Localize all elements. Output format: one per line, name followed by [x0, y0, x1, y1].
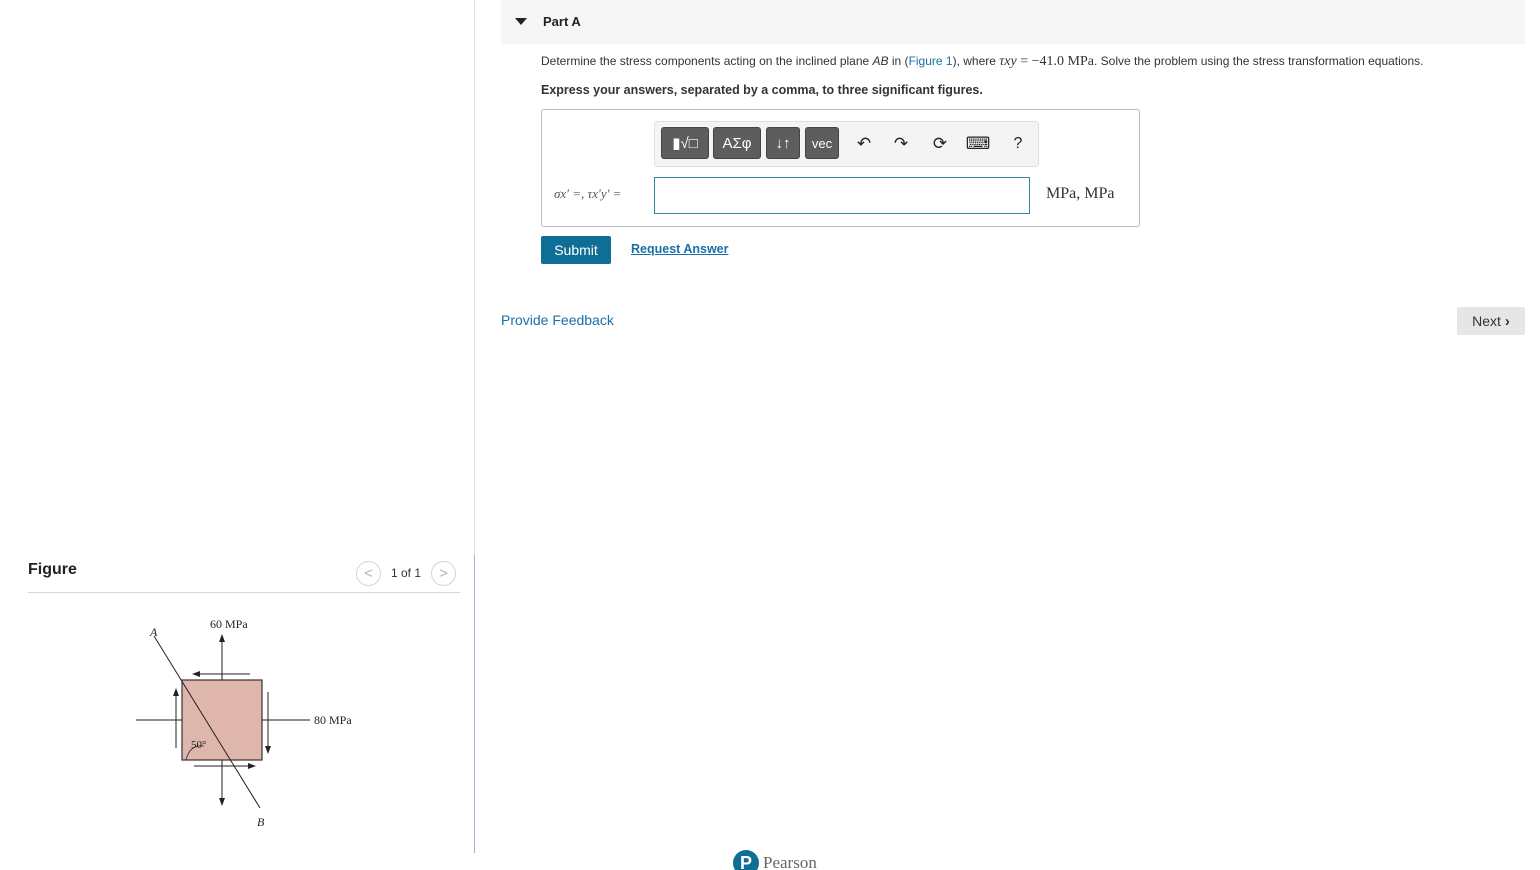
arrow-down-icon: [265, 746, 271, 754]
keyboard-icon[interactable]: ⌨: [965, 130, 991, 158]
question-suffix: . Solve the problem using the stress tra…: [1093, 54, 1424, 68]
chevron-left-icon: <: [364, 564, 373, 582]
prev-figure-button[interactable]: <: [356, 560, 381, 586]
pane-divider: [474, 0, 475, 555]
top-stress-label: 60 MPa: [210, 617, 248, 631]
part-title: Part A: [543, 14, 581, 29]
figure-pager: < 1 of 1 >: [356, 560, 457, 586]
templates-button[interactable]: ▮√□: [661, 127, 709, 159]
point-b-label: B: [257, 815, 265, 829]
request-answer-link[interactable]: Request Answer: [631, 242, 728, 256]
question-where: ), where: [952, 54, 1000, 68]
question-mid: in (: [888, 54, 909, 68]
figure-title: Figure: [28, 561, 77, 578]
arrow-up-icon: [173, 688, 179, 696]
pearson-logo: P Pearson: [733, 850, 817, 870]
math-toolbar: ▮√□ ΑΣφ ↓↑ vec ↶ ↷ ⟳ ⌨ ?: [654, 121, 1039, 167]
pearson-logo-icon: P: [733, 850, 759, 870]
figure-divider: [28, 592, 460, 593]
caret-down-icon[interactable]: [515, 18, 527, 25]
greek-symbols-button[interactable]: ΑΣφ: [713, 127, 761, 159]
figure-pane: Figure < 1 of 1 > A B 60 MPa 80 MPa 50°: [0, 0, 474, 870]
arrow-right-icon: [248, 763, 256, 769]
tau-value: = −41.0 MPa: [1016, 54, 1094, 69]
subscript-superscript-button[interactable]: ↓↑: [766, 127, 800, 159]
provide-feedback-link[interactable]: Provide Feedback: [501, 312, 614, 328]
answer-instruction: Express your answers, separated by a com…: [541, 83, 983, 97]
question-prefix: Determine the stress components acting o…: [541, 54, 873, 68]
question-text: Determine the stress components acting o…: [541, 54, 1424, 70]
angle-label: 50°: [191, 739, 206, 751]
part-header[interactable]: Part A: [501, 0, 1525, 44]
next-button[interactable]: Next ›: [1457, 307, 1525, 335]
submit-button[interactable]: Submit: [541, 236, 611, 264]
redo-icon[interactable]: ↷: [888, 130, 914, 158]
figure-link[interactable]: Figure 1: [909, 54, 953, 68]
chevron-right-icon: ›: [1504, 312, 1510, 330]
next-button-label: Next: [1472, 313, 1501, 329]
arrow-left-icon: [192, 671, 200, 677]
question-plane: AB: [872, 54, 889, 68]
page: Figure < 1 of 1 > A B 60 MPa 80 MPa 50° …: [0, 0, 1540, 870]
answer-input[interactable]: [654, 177, 1030, 214]
stress-element-diagram: A B 60 MPa 80 MPa 50°: [136, 617, 352, 829]
point-a-label: A: [149, 625, 158, 639]
arrow-down-icon: [219, 798, 225, 806]
equation-label: σx′ =, τx′y′ =: [554, 186, 622, 201]
undo-icon[interactable]: ↶: [851, 130, 877, 158]
reset-icon[interactable]: ⟳: [927, 130, 953, 158]
units-label: MPa, MPa: [1046, 185, 1115, 202]
right-stress-label: 80 MPa: [314, 713, 352, 727]
help-icon[interactable]: ?: [1005, 130, 1031, 158]
answer-box: ▮√□ ΑΣφ ↓↑ vec ↶ ↷ ⟳ ⌨ ? σx′ =, τx′y′ = …: [541, 109, 1140, 227]
chevron-right-icon: >: [439, 564, 448, 582]
vector-button[interactable]: vec: [805, 127, 839, 159]
pager-label: 1 of 1: [391, 566, 422, 580]
pane-divider-highlight[interactable]: [474, 555, 475, 853]
tau-symbol: τxy: [999, 54, 1017, 69]
arrow-up-icon: [219, 634, 225, 642]
next-figure-button[interactable]: >: [431, 560, 457, 586]
pearson-logo-text: Pearson: [763, 853, 817, 870]
